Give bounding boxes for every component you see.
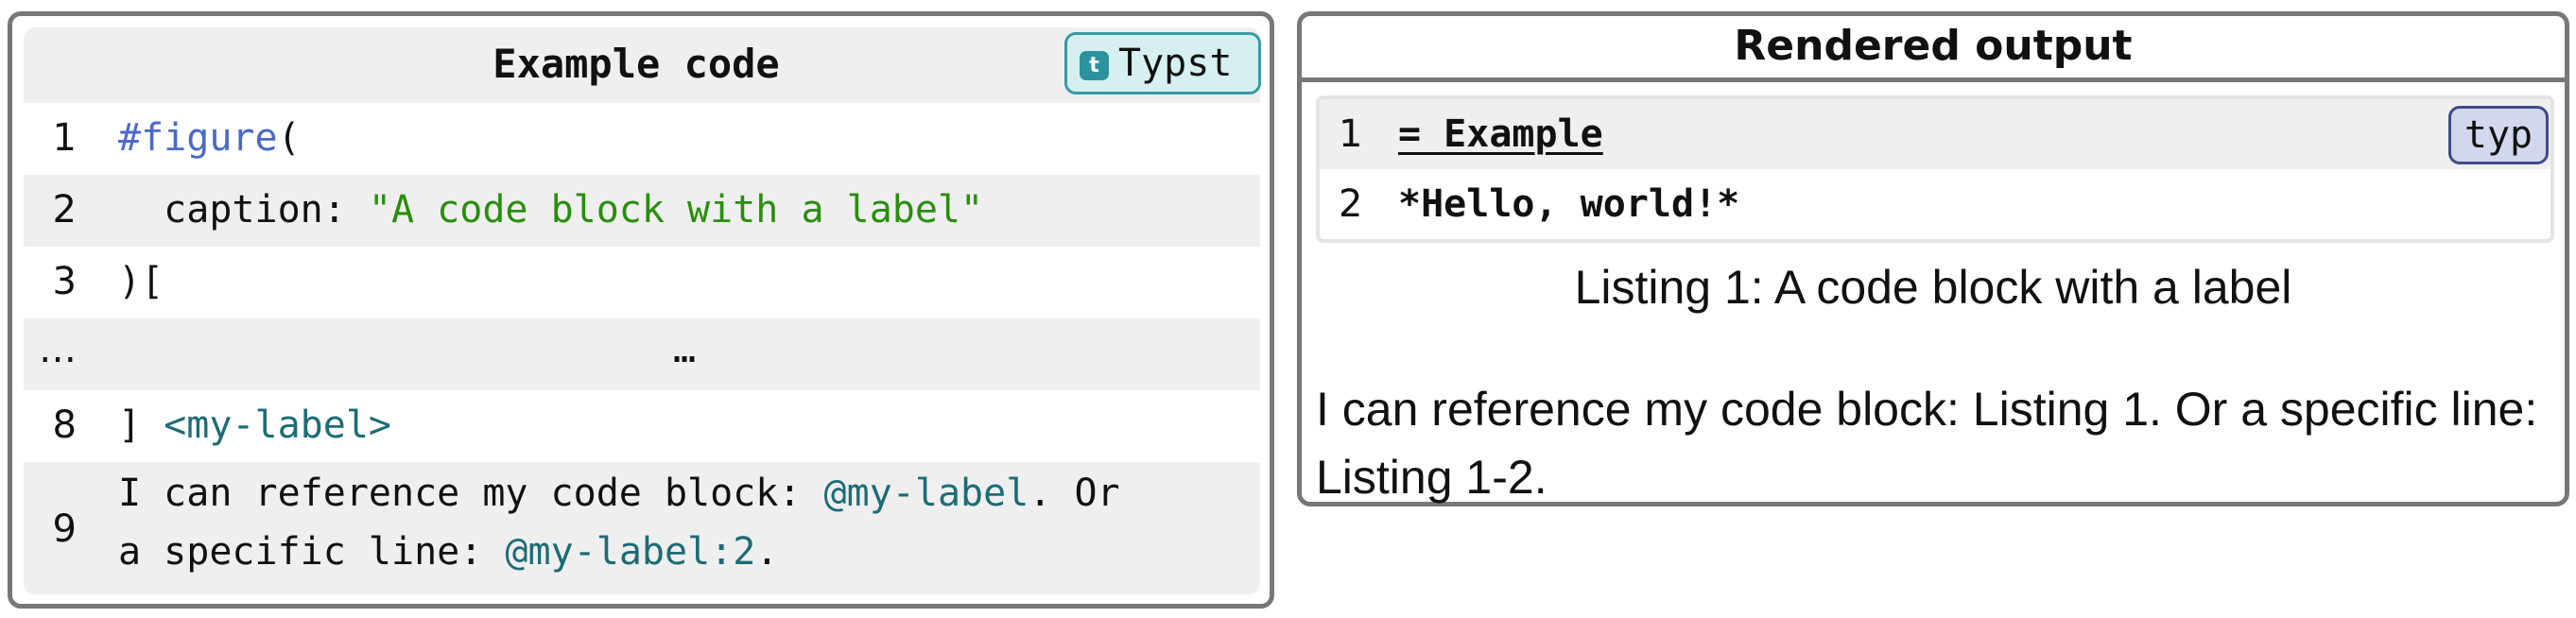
line-number: 2 [52, 188, 77, 232]
title-divider [1302, 77, 2565, 82]
rendered-paragraph: I can reference my code block: Listing 1… [1316, 375, 2564, 511]
rendered-code-text: = Example [1398, 112, 1603, 156]
code-text-wrap-2: a specific line: @my-label:2. [118, 530, 778, 574]
code-plain: a specific line: [118, 530, 506, 574]
code-text: caption: "A code block with a label" [118, 188, 983, 232]
line-number: 1 [1339, 112, 1363, 156]
code-keyword: #figure [118, 116, 278, 160]
code-line-3: 3 )[ [24, 247, 1260, 318]
code-text-wrap-1: I can reference my code block: @my-label… [118, 472, 1120, 515]
code-plain: caption: [118, 188, 369, 232]
code-text: ] <my-label> [118, 403, 391, 447]
code-plain: ] [118, 403, 164, 447]
code-string: "A code block with a label" [368, 188, 984, 232]
line-number: 3 [52, 260, 77, 303]
code-text: )[ [118, 260, 164, 303]
example-code-panel: Example code t Typst 1 #figure( 2 captio… [8, 11, 1274, 609]
code-plain: . Or [1029, 472, 1120, 515]
code-ellipsis-row: … … [24, 318, 1260, 390]
code-plain: . [755, 530, 779, 574]
typ-language-badge: typ [2448, 106, 2549, 164]
rendered-output-title: Rendered output [1734, 22, 2133, 70]
line-number: 8 [52, 403, 77, 447]
listing-caption: Listing 1: A code block with a label [1574, 261, 2292, 314]
rendered-code-line-1: 1 = Example typ [1320, 99, 2550, 169]
code-plain: I can reference my code block: [118, 472, 824, 515]
code-line-8: 8 ] <my-label> [24, 390, 1260, 462]
typst-language-badge: t Typst [1064, 32, 1261, 94]
rendered-output-panel: Rendered output 1 = Example typ 2 *Hello… [1297, 11, 2569, 506]
line-number: 1 [52, 116, 77, 160]
code-text: #figure( [118, 116, 301, 160]
code-plain: ( [277, 116, 301, 160]
language-badge-label: Typst [1118, 42, 1233, 85]
code-reference: @my-label:2 [505, 530, 756, 574]
paragraph-line-1: I can reference my code block: Listing 1… [1316, 383, 2538, 436]
rendered-code-block: 1 = Example typ 2 *Hello, world!* [1316, 95, 2554, 243]
code-ellipsis: … [673, 328, 697, 371]
line-number-ellipsis: … [39, 328, 77, 371]
paragraph-line-2: Listing 1-2. [1316, 451, 1547, 504]
line-number: 9 [52, 507, 77, 551]
rendered-code-text: *Hello, world!* [1398, 182, 1740, 226]
code-label: <my-label> [164, 403, 391, 447]
code-reference: @my-label [823, 472, 1029, 515]
code-line-9: 9 I can reference my code block: @my-lab… [24, 462, 1260, 594]
rendered-code-line-2: 2 *Hello, world!* [1320, 169, 2550, 239]
line-number: 2 [1339, 182, 1363, 226]
code-line-1: 1 #figure( [24, 103, 1260, 175]
code-plain: )[ [118, 260, 164, 303]
code-line-2: 2 caption: "A code block with a label" [24, 175, 1260, 247]
typst-icon: t [1080, 51, 1109, 80]
